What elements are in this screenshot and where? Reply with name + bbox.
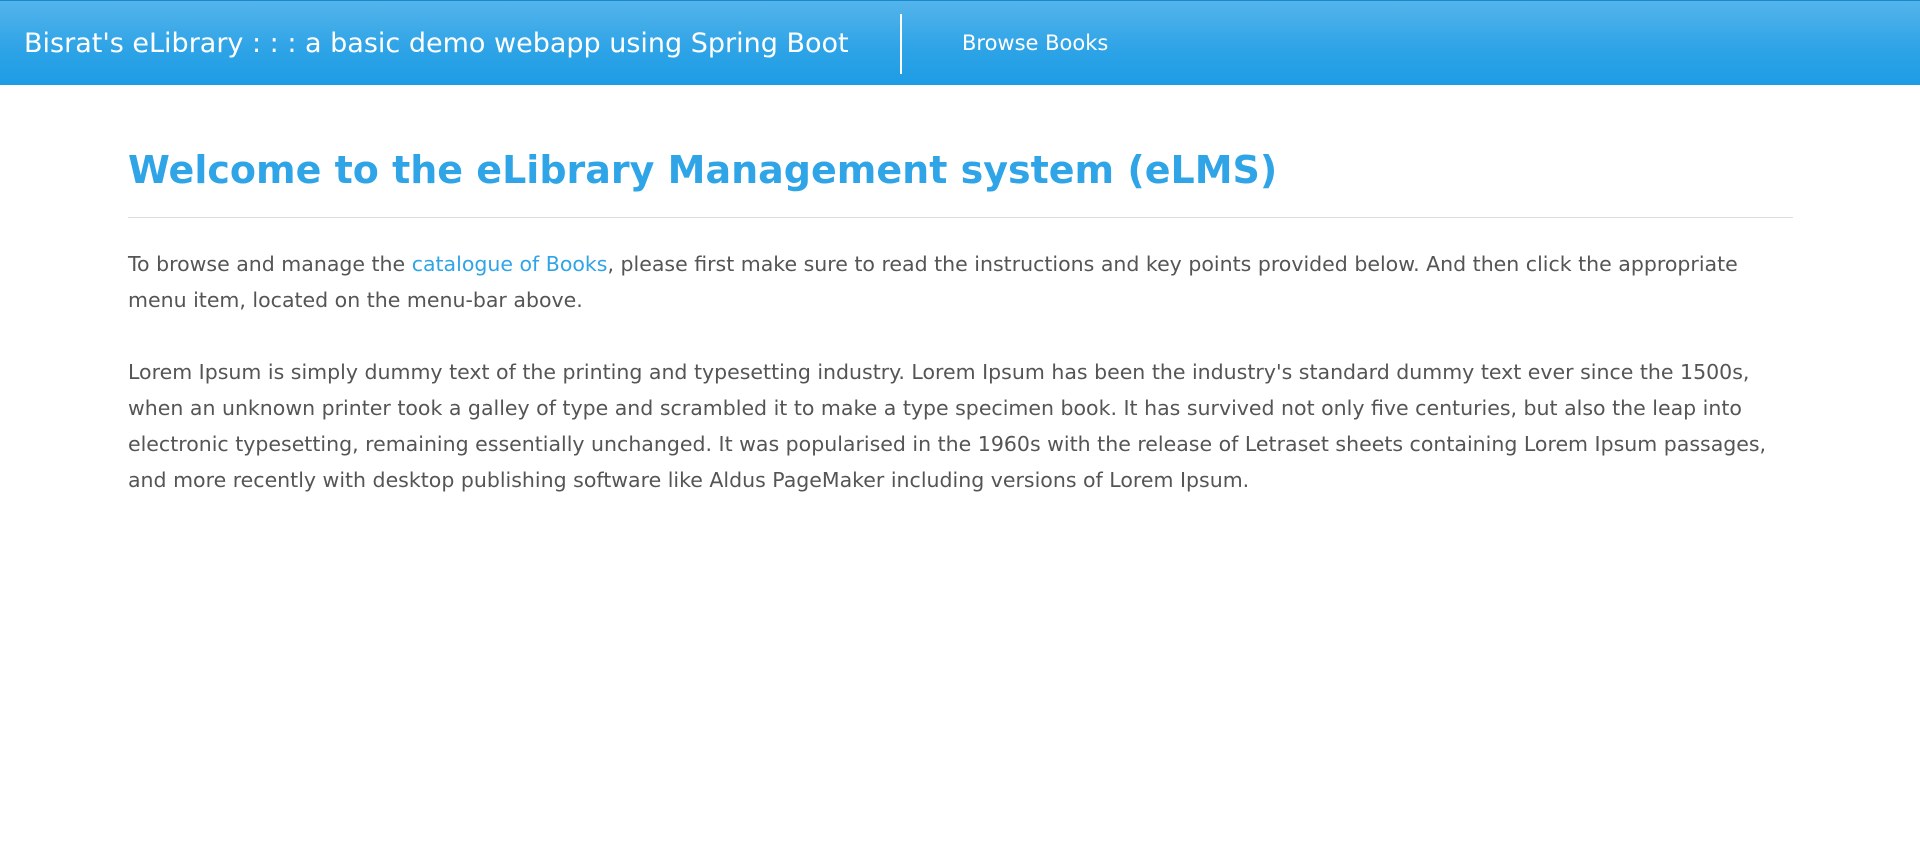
- main-content: Welcome to the eLibrary Management syste…: [128, 85, 1793, 498]
- title-divider: [128, 217, 1793, 218]
- intro-text-before: To browse and manage the: [128, 252, 412, 276]
- brand-link[interactable]: Bisrat's eLibrary : : : a basic demo web…: [24, 1, 849, 86]
- top-navbar: Bisrat's eLibrary : : : a basic demo web…: [0, 0, 1920, 85]
- catalogue-of-books-link[interactable]: catalogue of Books: [412, 252, 608, 276]
- page-title: Welcome to the eLibrary Management syste…: [128, 148, 1278, 192]
- navbar-divider: [900, 14, 902, 74]
- nav-browse-books-link[interactable]: Browse Books: [962, 1, 1108, 86]
- lorem-paragraph: Lorem Ipsum is simply dummy text of the …: [128, 360, 1767, 492]
- intro-paragraph: To browse and manage the catalogue of Bo…: [128, 246, 1793, 318]
